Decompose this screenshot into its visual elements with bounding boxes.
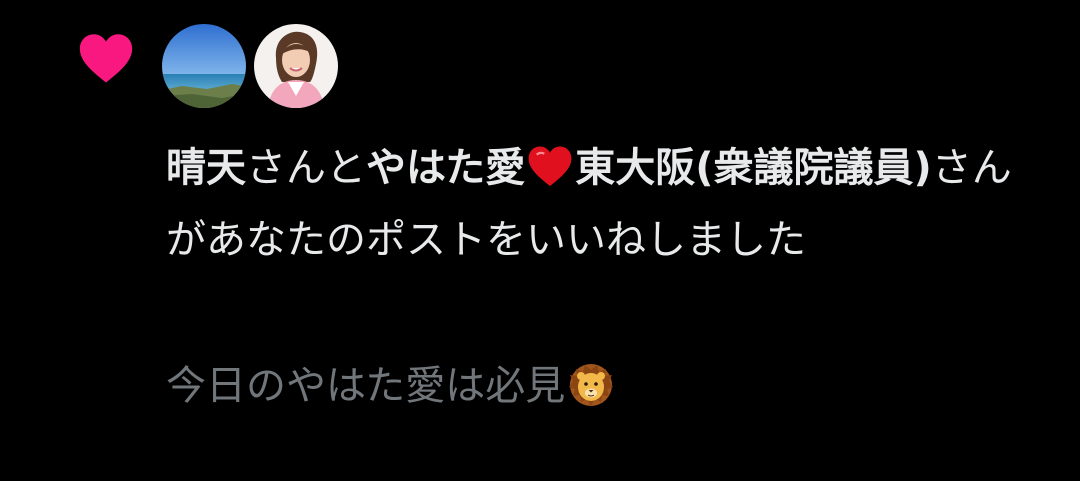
heart-icon	[528, 146, 572, 187]
user-name-1[interactable]: 晴天	[166, 145, 246, 191]
joiner-text: さんと	[246, 145, 366, 191]
user-name-2-after: 東大阪(衆議院議員)	[575, 145, 932, 191]
avatar-row	[162, 24, 338, 110]
like-notification[interactable]: 晴天さんとやはた愛 東大阪(衆議院議員)さんがあなたのポストをいいねしました 今日…	[0, 0, 1080, 481]
woman-portrait-avatar[interactable]	[254, 24, 338, 108]
sea-landscape-avatar[interactable]	[162, 24, 246, 108]
user-name-2[interactable]: やはた愛 東大阪(衆議院議員)	[366, 145, 932, 191]
liked-post-preview[interactable]: 今日のやはた愛は必見	[166, 356, 614, 416]
post-text: 今日のやはた愛は必見	[166, 363, 566, 409]
notification-message: 晴天さんとやはた愛 東大阪(衆議院議員)さんがあなたのポストをいいねしました	[166, 132, 1046, 276]
heart-icon	[79, 34, 133, 83]
lion-icon	[569, 364, 614, 406]
user-name-2-before: やはた愛	[366, 145, 526, 191]
